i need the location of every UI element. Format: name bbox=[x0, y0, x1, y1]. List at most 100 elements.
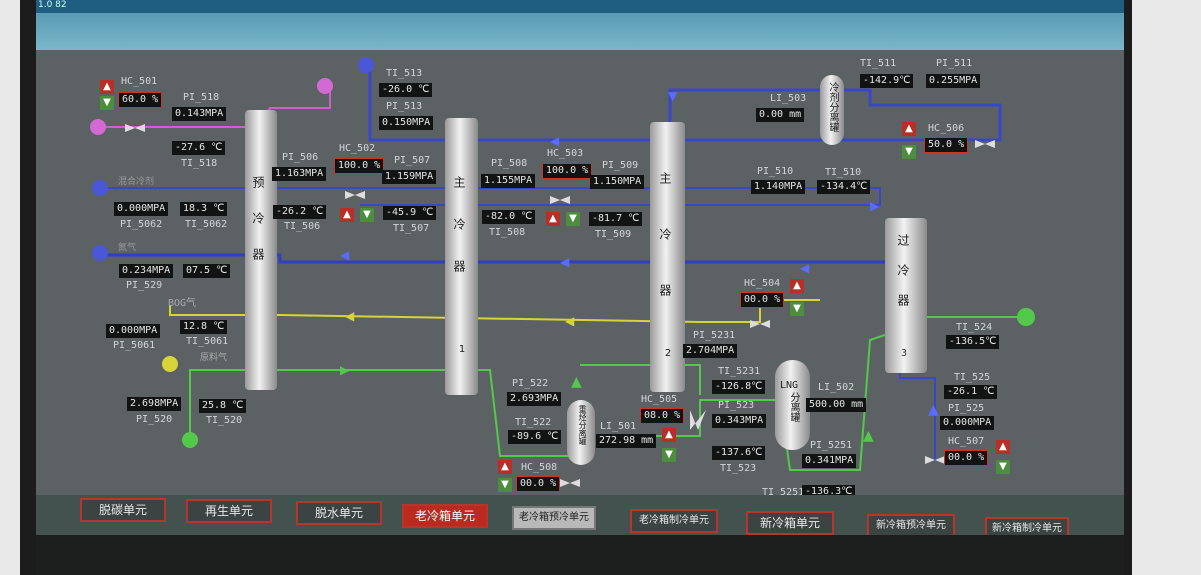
ti523-value: -137.6℃ bbox=[712, 446, 766, 460]
sub-cooler-3-number: 3 bbox=[901, 348, 908, 359]
pi520-tag: PI_520 bbox=[136, 414, 173, 425]
flow-arrow: ◀ bbox=[565, 314, 575, 328]
control-valve-icon bbox=[550, 196, 570, 204]
heavy-hydrocarbon-separator-label: 重烃分离罐 bbox=[578, 405, 587, 445]
li503-tag: LI_503 bbox=[770, 93, 807, 104]
pi523-value: 0.343MPA bbox=[712, 414, 767, 428]
nav-old-coldbox-button[interactable]: 老冷箱单元 bbox=[402, 504, 488, 528]
hc508-decrease-button[interactable]: ▼ bbox=[498, 478, 512, 492]
li503-value: 0.00 mm bbox=[756, 108, 805, 122]
hc508-increase-button[interactable]: ▲ bbox=[498, 460, 512, 474]
pi507-value: 1.159MPA bbox=[382, 170, 437, 184]
nav-decarb-button[interactable]: 脱碳单元 bbox=[80, 498, 166, 522]
ti511-value: -142.9℃ bbox=[860, 74, 914, 88]
hc503-decrease-button[interactable]: ▼ bbox=[566, 212, 580, 226]
monitor-bottom-frame bbox=[36, 535, 1124, 575]
hc501-decrease-button[interactable]: ▼ bbox=[100, 96, 114, 110]
main-cooler-2-label: 主冷器 bbox=[658, 172, 672, 340]
pi525-tag: PI_525 bbox=[948, 403, 985, 414]
pi506-tag: PI_506 bbox=[282, 152, 319, 163]
flow-arrow: ▶ bbox=[340, 363, 350, 377]
flow-arrow: ◀ bbox=[550, 134, 560, 148]
hc503-increase-button[interactable]: ▲ bbox=[546, 212, 560, 226]
raw-gas-stream-label: 原料气 bbox=[200, 353, 228, 363]
pi523-tag: PI_523 bbox=[718, 400, 755, 411]
hc506-increase-button[interactable]: ▲ bbox=[902, 122, 916, 136]
hc504-decrease-button[interactable]: ▼ bbox=[790, 302, 804, 316]
hc507-increase-button[interactable]: ▲ bbox=[996, 440, 1010, 454]
pi5062-value: 0.000MPA bbox=[114, 202, 169, 216]
flow-arrow: ◀ bbox=[345, 309, 355, 323]
pi525-value: 0.000MPA bbox=[940, 416, 995, 430]
li501-tag: LI_501 bbox=[600, 421, 637, 432]
ti518-tag: TI_518 bbox=[181, 158, 218, 169]
pi520-value: 2.698MPA bbox=[127, 397, 182, 411]
pi511-tag: PI_511 bbox=[936, 58, 973, 69]
pi507-tag: PI_507 bbox=[394, 155, 431, 166]
sub-cooler-3-label: 过冷器 bbox=[896, 234, 910, 324]
ti5231-tag: TI_5231 bbox=[718, 366, 761, 377]
ti520-value: 25.8 ℃ bbox=[199, 399, 247, 413]
refrigerant-separator-label: 冷剂分离罐 bbox=[827, 82, 838, 132]
ti522-value: -89.6 ℃ bbox=[508, 430, 562, 444]
pi529-value: 0.234MPA bbox=[119, 264, 174, 278]
hc508-value: 00.0 % bbox=[516, 476, 561, 492]
pi522-tag: PI_522 bbox=[512, 378, 549, 389]
hc506-decrease-button[interactable]: ▼ bbox=[902, 145, 916, 159]
ti520-tag: TI_520 bbox=[206, 415, 243, 426]
ti522-tag: TI_522 bbox=[515, 417, 552, 428]
flow-arrow: ▲ bbox=[928, 402, 939, 418]
ti513-value: -26.0 ℃ bbox=[379, 83, 433, 97]
pi5231-value: 2.704MPA bbox=[683, 344, 738, 358]
ti525-tag: TI_525 bbox=[954, 372, 991, 383]
mixed-refrigerant-stream-label: 混合冷剂 bbox=[118, 177, 155, 187]
hc504-increase-button[interactable]: ▲ bbox=[790, 279, 804, 293]
hc505-decrease-button[interactable]: ▼ bbox=[662, 448, 676, 462]
nav-new-coldbox-button[interactable]: 新冷箱单元 bbox=[746, 511, 834, 535]
magenta-stream-terminal-icon bbox=[317, 78, 333, 94]
ti5061-tag: TI_5061 bbox=[186, 336, 229, 347]
pi5251-tag: PI_5251 bbox=[810, 440, 853, 451]
blue-stream-terminal-icon bbox=[358, 57, 374, 73]
nav-old-precool-button[interactable]: 老冷箱预冷单元 bbox=[512, 506, 596, 530]
pi5062-tag: PI_5062 bbox=[120, 219, 163, 230]
pi5061-tag: PI_5061 bbox=[113, 340, 156, 351]
control-valve-icon bbox=[560, 479, 580, 487]
flow-arrow: ◀ bbox=[340, 248, 350, 262]
hc502-increase-button[interactable]: ▲ bbox=[340, 208, 354, 222]
hc501-tag: HC_501 bbox=[121, 76, 158, 87]
li502-value: 500.00 mm bbox=[806, 398, 867, 412]
hc506-value: 50.0 % bbox=[924, 137, 969, 153]
hc504-tag: HC_504 bbox=[744, 278, 781, 289]
hc508-tag: HC_508 bbox=[521, 462, 558, 473]
nav-old-refrig-button[interactable]: 老冷箱制冷单元 bbox=[630, 509, 718, 533]
ti5231-value: -126.8℃ bbox=[712, 380, 766, 394]
ti529-value: 07.5 ℃ bbox=[183, 264, 231, 278]
hc503-tag: HC_503 bbox=[547, 148, 584, 159]
pre-cooler-label: 预冷器 bbox=[251, 176, 265, 284]
hc501-increase-button[interactable]: ▲ bbox=[100, 80, 114, 94]
hc506-tag: HC_506 bbox=[928, 123, 965, 134]
hc503-value: 100.0 % bbox=[542, 163, 593, 179]
li502-tag: LI_502 bbox=[818, 382, 855, 393]
green-stream-terminal-icon bbox=[1017, 308, 1035, 326]
ti523-tag: TI_523 bbox=[720, 463, 757, 474]
ti509-value: -81.7 ℃ bbox=[589, 212, 643, 226]
ti525-value: -26.1 ℃ bbox=[944, 385, 998, 399]
ti508-tag: TI_508 bbox=[489, 227, 526, 238]
pi506-value: 1.163MPA bbox=[272, 167, 327, 181]
hc505-increase-button[interactable]: ▲ bbox=[662, 428, 676, 442]
pi529-tag: PI_529 bbox=[126, 280, 163, 291]
nav-dehydrate-button[interactable]: 脱水单元 bbox=[296, 501, 382, 525]
nav-regen-button[interactable]: 再生单元 bbox=[186, 499, 272, 523]
ti507-value: -45.9 ℃ bbox=[383, 206, 437, 220]
control-valve-icon bbox=[125, 124, 145, 132]
flow-arrow: ▶ bbox=[870, 199, 880, 213]
ti506-value: -26.2 ℃ bbox=[273, 205, 327, 219]
ti5061-value: 12.8 ℃ bbox=[180, 320, 228, 334]
hc507-decrease-button[interactable]: ▼ bbox=[996, 460, 1010, 474]
main-cooler-2-number: 2 bbox=[664, 348, 672, 359]
hc502-decrease-button[interactable]: ▼ bbox=[360, 208, 374, 222]
yellow-stream-terminal-icon bbox=[162, 356, 178, 372]
li501-value: 272.98 mm bbox=[596, 434, 657, 448]
